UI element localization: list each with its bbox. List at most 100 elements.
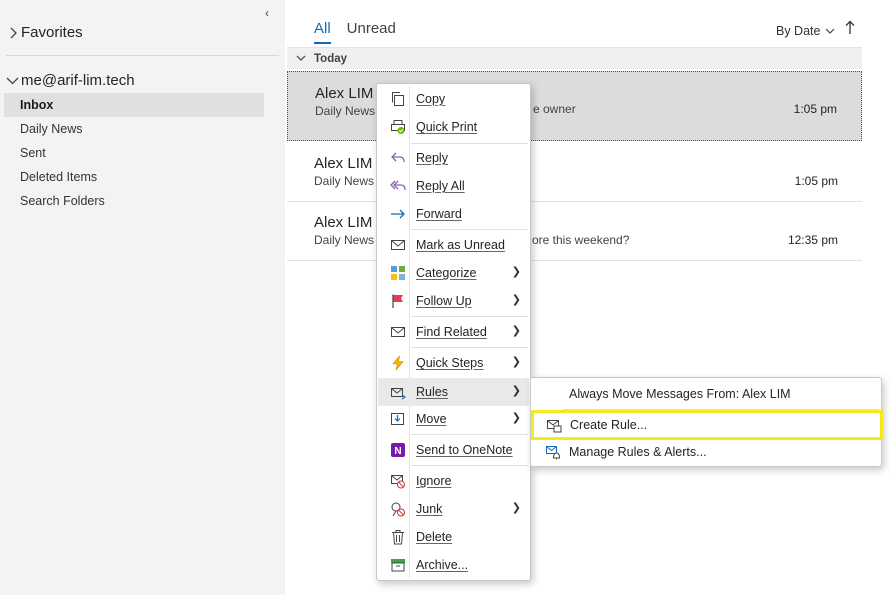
account-header[interactable]: me@arif-lim.tech (6, 72, 135, 89)
menu-item-reply[interactable]: Reply (378, 145, 529, 171)
tab-all[interactable]: All (314, 20, 331, 44)
reply-all-icon (388, 176, 408, 196)
menu-item-label: Quick Steps (416, 356, 484, 370)
message-time: 1:05 pm (794, 174, 838, 188)
submenu-item-label: Create Rule... (570, 418, 648, 432)
context-menu: Copy Quick Print Reply Reply All Forward… (376, 83, 531, 581)
folder-daily-news[interactable]: Daily News (4, 117, 264, 141)
message-time: 1:05 pm (793, 102, 837, 116)
move-icon (388, 409, 408, 429)
menu-separator (411, 434, 528, 435)
chevron-right-icon (10, 27, 17, 38)
group-header-today[interactable]: Today (287, 47, 862, 69)
find-related-icon (388, 322, 408, 342)
menu-item-send-to-onenote[interactable]: N Send to OneNote (378, 437, 529, 463)
tab-unread[interactable]: Unread (347, 20, 396, 44)
submenu-item-always-move[interactable]: Always Move Messages From: Alex LIM (533, 381, 879, 407)
folder-inbox[interactable]: Inbox (4, 93, 264, 117)
chevron-down-icon (6, 77, 19, 84)
folder-sent[interactable]: Sent (4, 141, 264, 165)
folder-deleted-items[interactable]: Deleted Items (4, 165, 264, 189)
lightning-icon (388, 353, 408, 373)
sort-direction-icon[interactable] (845, 20, 855, 40)
menu-item-label: Send to OneNote (416, 443, 513, 457)
menu-item-quick-print[interactable]: Quick Print (378, 114, 529, 140)
menu-item-archive[interactable]: Archive... (378, 552, 529, 578)
submenu-item-manage-rules[interactable]: Manage Rules & Alerts... (533, 439, 879, 465)
submenu-item-label: Always Move Messages From: Alex LIM (569, 387, 791, 401)
group-label: Today (314, 52, 348, 65)
rules-submenu: Always Move Messages From: Alex LIM Crea… (530, 377, 883, 467)
menu-separator (411, 316, 528, 317)
submenu-item-label: Manage Rules & Alerts... (569, 445, 707, 459)
message-row[interactable]: Alex LIM Daily News ore this weekend? 12… (287, 202, 862, 261)
mail-icon (388, 235, 408, 255)
menu-item-label: Archive... (416, 558, 469, 572)
forward-icon (388, 204, 408, 224)
menu-item-label: Reply All (416, 179, 465, 193)
message-row[interactable]: Alex LIM Daily News e owner 1:05 pm (287, 71, 862, 141)
menu-item-copy[interactable]: Copy (378, 86, 529, 112)
menu-item-label: Rules (416, 385, 448, 399)
chevron-right-icon: ❯ (511, 356, 521, 368)
menu-item-follow-up[interactable]: Follow Up ❯ (378, 288, 529, 314)
message-sender: Alex LIM (315, 85, 374, 102)
menu-item-label: Mark as Unread (416, 238, 505, 252)
svg-text:N: N (394, 446, 401, 457)
folder-pane: ‹ Favorites me@arif-lim.tech Inbox Daily… (0, 0, 285, 595)
onenote-icon: N (388, 440, 408, 460)
menu-separator (411, 143, 528, 144)
message-preview-tail: ore this weekend? (532, 233, 630, 247)
message-sender: Alex LIM (314, 155, 373, 172)
menu-item-mark-unread[interactable]: Mark as Unread (378, 232, 529, 258)
chevron-right-icon: ❯ (511, 294, 521, 306)
message-preview: Daily News (315, 104, 376, 118)
menu-item-label: Categorize (416, 266, 477, 280)
ignore-icon (388, 471, 408, 491)
flag-icon (388, 291, 408, 311)
menu-item-delete[interactable]: Delete (378, 524, 529, 550)
menu-item-label: Copy (416, 92, 446, 106)
menu-item-junk[interactable]: Junk ❯ (378, 496, 529, 522)
menu-separator (411, 229, 528, 230)
menu-separator (411, 347, 528, 348)
menu-item-label: Find Related (416, 325, 487, 339)
chevron-right-icon: ❯ (511, 325, 521, 337)
menu-item-categorize[interactable]: Categorize ❯ (378, 260, 529, 286)
chevron-right-icon: ❯ (511, 412, 521, 424)
copy-icon (388, 89, 408, 109)
sidebar-divider (6, 55, 279, 56)
menu-item-forward[interactable]: Forward (378, 201, 529, 227)
chevron-down-icon (296, 55, 306, 61)
menu-item-label: Move (416, 412, 447, 426)
submenu-item-create-rule[interactable]: Create Rule... (531, 410, 883, 440)
chevron-right-icon: ❯ (511, 502, 521, 514)
favorites-header[interactable]: Favorites (8, 24, 83, 41)
menu-item-ignore[interactable]: Ignore (378, 468, 529, 494)
menu-item-quick-steps[interactable]: Quick Steps ❯ (378, 350, 529, 376)
menu-item-label: Ignore (416, 474, 452, 488)
sort-dropdown[interactable]: By Date (776, 24, 835, 38)
sort-label: By Date (776, 24, 821, 38)
message-row[interactable]: Alex LIM Daily News 1:05 pm (287, 143, 862, 202)
rules-icon (388, 382, 408, 402)
collapse-pane-icon[interactable]: ‹ (265, 6, 269, 20)
menu-item-label: Quick Print (416, 120, 478, 134)
account-label: me@arif-lim.tech (21, 72, 135, 89)
manage-rules-icon (543, 442, 563, 462)
menu-separator (411, 465, 528, 466)
menu-item-rules[interactable]: Rules ❯ (378, 378, 529, 406)
junk-icon (388, 499, 408, 519)
message-preview-tail: e owner (533, 102, 576, 116)
message-time: 12:35 pm (787, 233, 838, 247)
menu-item-label: Delete (416, 530, 453, 544)
message-preview: Daily News (314, 233, 375, 247)
folder-search-folders[interactable]: Search Folders (4, 189, 264, 213)
categorize-icon (388, 263, 408, 283)
create-rule-icon (544, 415, 564, 435)
message-sender: Alex LIM (314, 214, 373, 231)
menu-item-label: Forward (416, 207, 462, 221)
menu-item-reply-all[interactable]: Reply All (378, 173, 529, 199)
menu-item-move[interactable]: Move ❯ (378, 406, 529, 432)
menu-item-find-related[interactable]: Find Related ❯ (378, 319, 529, 345)
